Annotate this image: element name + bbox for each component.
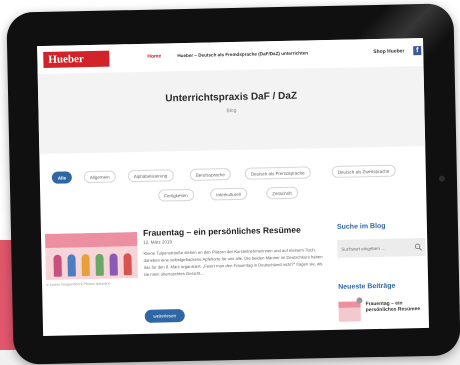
category-chip-berufssprache[interactable]: Berufssprache (189, 168, 231, 181)
post-thumbnail[interactable] (45, 232, 138, 280)
tablet-screen: Hueber Home Hueber – Deutsch als Fremdsp… (37, 37, 430, 337)
tablet-device: Hueber Home Hueber – Deutsch als Fremdsp… (6, 3, 460, 365)
recent-posts-heading: Neueste Beiträge (338, 282, 396, 291)
figure-icon (67, 254, 76, 277)
thumbnail-banner (45, 232, 138, 248)
blog-header: Unterrichtspraxis DaF / DaZ Blog (37, 65, 426, 155)
post-excerpt: Kleine Tulpensträuße stehen an den Plätz… (143, 247, 323, 277)
figure-icon (53, 254, 62, 277)
category-chip-alphabetisierung[interactable]: Alphabetisierung (127, 169, 174, 183)
post-date: 12. März 2019 (143, 239, 173, 245)
image-credit: © Lorem Images/Stock Photos Ipsumino (46, 281, 111, 287)
nav-link-hueber-daf[interactable]: Hueber – Deutsch als Fremdsprache (DaF/D… (177, 50, 308, 58)
figure-icon (81, 254, 90, 277)
figure-icon (123, 253, 132, 276)
category-chip-daz[interactable]: Deutsch als Zweitsprache (331, 164, 396, 178)
nav-link-shop[interactable]: Shop Hueber (373, 48, 404, 55)
search-input[interactable] (341, 244, 404, 253)
read-more-button[interactable]: weiterlesen (144, 309, 185, 323)
recent-post-thumbnail[interactable] (338, 301, 361, 322)
category-chip-zeitschrift[interactable]: Zeitschrift (266, 186, 298, 200)
category-chip-daf[interactable]: Deutsch als Fremdsprache (244, 166, 311, 180)
camera-icon (438, 175, 445, 182)
category-chip-fertigkeiten[interactable]: Fertigkeiten (158, 188, 194, 202)
category-chip-allgemein[interactable]: Allgemein (83, 170, 116, 184)
figure-icon (109, 253, 118, 276)
figure-icon (95, 253, 104, 276)
category-chip-alle[interactable]: Alle (51, 171, 73, 184)
search-icon[interactable] (414, 243, 422, 251)
category-chip-interkulturell[interactable]: Interkulturell (210, 187, 247, 201)
recent-post-title[interactable]: Frauentag – ein persönliches Resümee (365, 300, 425, 313)
search-heading: Suche im Blog (336, 222, 386, 231)
post-title[interactable]: Frauentag – ein persönliches Resümee (143, 225, 301, 238)
hueber-logo[interactable]: Hueber (43, 50, 110, 68)
facebook-icon[interactable]: f (413, 46, 422, 56)
badge-icon (356, 297, 363, 304)
nav-link-home[interactable]: Home (147, 53, 161, 59)
page-subtitle: Blog (226, 107, 237, 115)
